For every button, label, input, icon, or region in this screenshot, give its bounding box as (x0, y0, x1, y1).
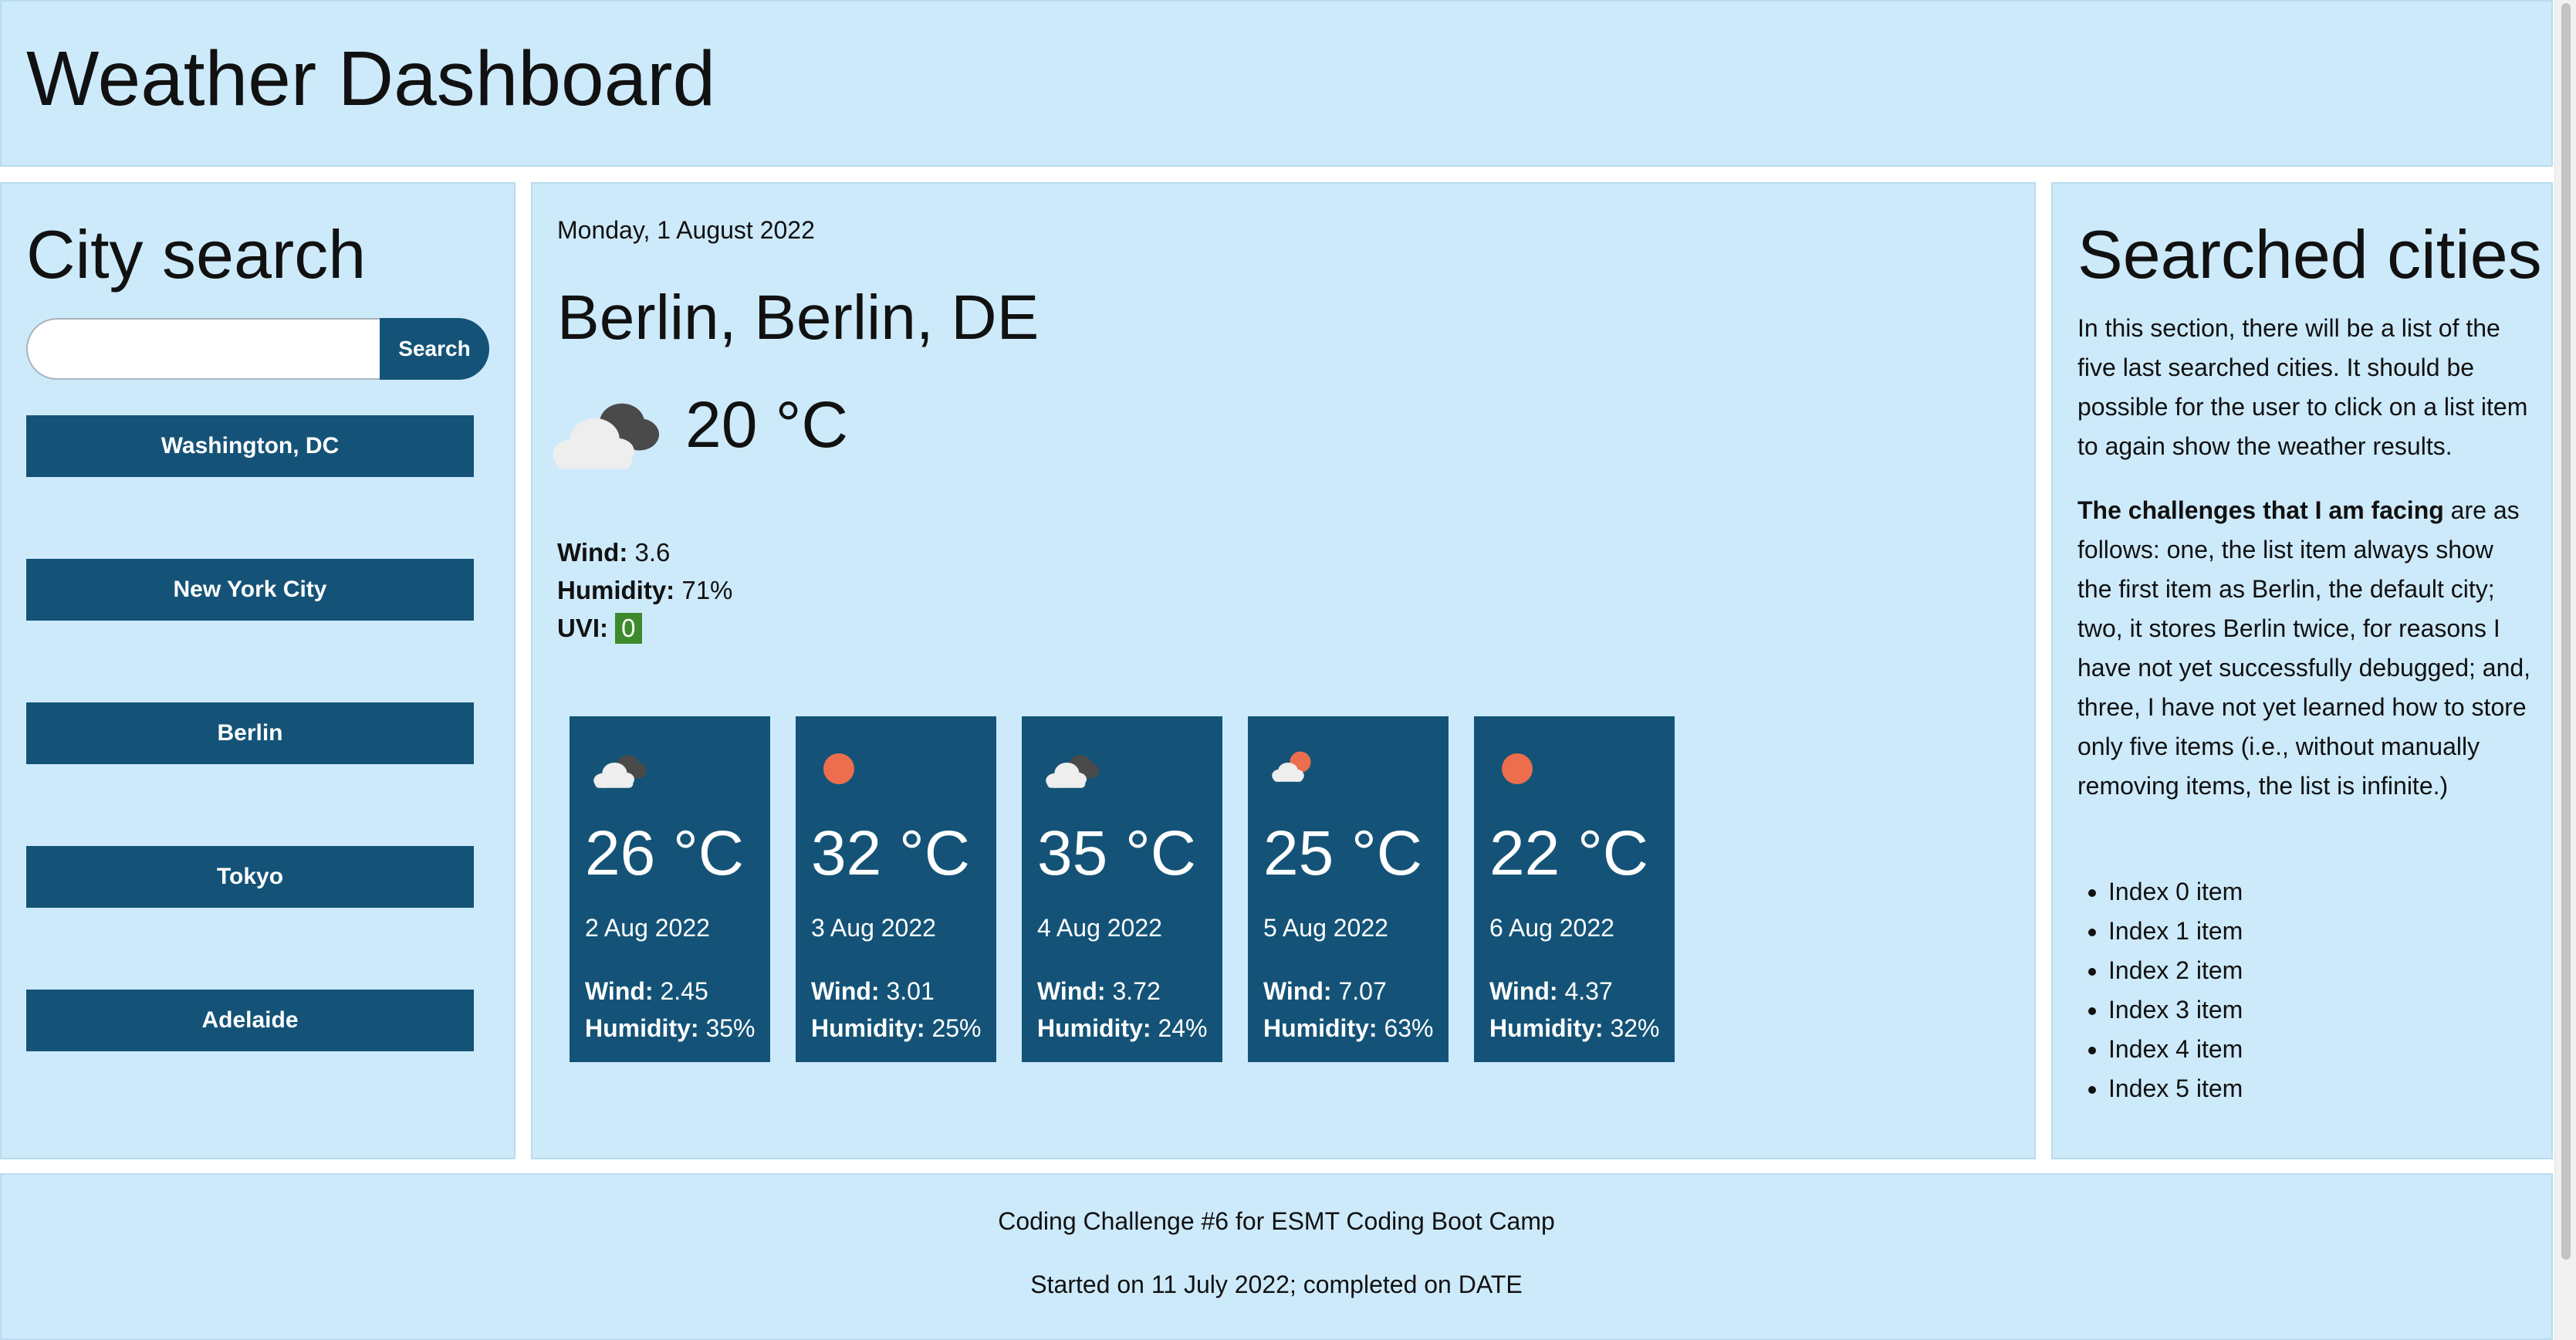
current-temperature: 20 °C (685, 388, 849, 461)
forecast-date: 2 Aug 2022 (585, 914, 710, 942)
challenges-text: are as follows: one, the list item alway… (2077, 496, 2531, 800)
forecast-humidity: Humidity: 63% (1263, 1013, 1433, 1044)
clear-sky-icon (817, 747, 879, 790)
footer-panel (0, 1173, 2553, 1340)
forecast-wind: Wind: 2.45 (585, 976, 708, 1007)
forecast-date: 5 Aug 2022 (1263, 914, 1388, 942)
forecast-humidity-label: Humidity: (811, 1014, 925, 1042)
forecast-wind: Wind: 4.37 (1489, 976, 1613, 1007)
searched-cities-challenges: The challenges that I am facing are as f… (2077, 491, 2531, 806)
forecast-date: 6 Aug 2022 (1489, 914, 1614, 942)
broken-clouds-icon (1043, 747, 1105, 790)
forecast-humidity-value: 35% (705, 1014, 756, 1042)
humidity-value: 71% (681, 576, 733, 604)
forecast-temperature: 22 °C (1489, 818, 1649, 888)
challenges-heading: The challenges that I am facing (2077, 496, 2444, 524)
scrollbar-thumb[interactable] (2561, 3, 2571, 1260)
footer-line-1: Coding Challenge #6 for ESMT Coding Boot… (998, 1207, 1555, 1235)
forecast-temperature: 25 °C (1263, 818, 1423, 888)
list-item[interactable]: Index 0 item (2108, 872, 2243, 912)
search-button[interactable]: Search (380, 318, 489, 380)
list-item[interactable]: Index 1 item (2108, 912, 2243, 951)
forecast-wind-value: 2.45 (660, 977, 708, 1005)
broken-clouds-icon (591, 747, 653, 790)
forecast-humidity: Humidity: 25% (811, 1013, 981, 1044)
uvi-badge: 0 (615, 613, 642, 644)
current-date: Monday, 1 August 2022 (557, 216, 815, 244)
clear-sky-icon (1496, 747, 1557, 790)
list-item[interactable]: Index 5 item (2108, 1069, 2243, 1108)
forecast-wind-label: Wind: (585, 977, 654, 1005)
few-clouds-icon (1269, 747, 1331, 790)
forecast-humidity-label: Humidity: (1263, 1014, 1378, 1042)
forecast-humidity: Humidity: 32% (1489, 1013, 1659, 1044)
forecast-card: 26 °C 2 Aug 2022 Wind: 2.45 Humidity: 35… (570, 716, 770, 1062)
app-title: Weather Dashboard (26, 36, 716, 122)
humidity-label: Humidity: (557, 576, 675, 604)
forecast-temperature: 26 °C (585, 818, 745, 888)
forecast-date: 3 Aug 2022 (811, 914, 936, 942)
forecast-humidity-label: Humidity: (1489, 1014, 1604, 1042)
list-item[interactable]: Index 2 item (2108, 951, 2243, 990)
forecast-card: 25 °C 5 Aug 2022 Wind: 7.07 Humidity: 63… (1248, 716, 1449, 1062)
city-search-title: City search (26, 216, 367, 293)
forecast-wind-label: Wind: (1037, 977, 1106, 1005)
forecast-card: 32 °C 3 Aug 2022 Wind: 3.01 Humidity: 25… (796, 716, 996, 1062)
broken-clouds-icon (548, 387, 671, 474)
list-item[interactable]: Index 4 item (2108, 1030, 2243, 1069)
forecast-card: 35 °C 4 Aug 2022 Wind: 3.72 Humidity: 24… (1022, 716, 1222, 1062)
current-city-name: Berlin, Berlin, DE (557, 283, 1040, 353)
city-button-new-york[interactable]: New York City (26, 559, 474, 621)
city-button-tokyo[interactable]: Tokyo (26, 846, 474, 908)
city-button-berlin[interactable]: Berlin (26, 702, 474, 764)
list-item[interactable]: Index 3 item (2108, 990, 2243, 1030)
searched-cities-title: Searched cities (2077, 216, 2542, 293)
forecast-date: 4 Aug 2022 (1037, 914, 1162, 942)
forecast-wind-label: Wind: (1489, 977, 1558, 1005)
current-uvi: UVI: 0 (557, 613, 642, 644)
forecast-humidity-value: 24% (1158, 1014, 1208, 1042)
forecast-humidity-value: 63% (1384, 1014, 1434, 1042)
uvi-label: UVI: (557, 614, 608, 642)
forecast-humidity-label: Humidity: (585, 1014, 699, 1042)
wind-label: Wind: (557, 538, 628, 567)
forecast-wind-label: Wind: (1263, 977, 1332, 1005)
forecast-humidity-value: 32% (1610, 1014, 1660, 1042)
city-search-input[interactable] (26, 318, 384, 380)
forecast-wind-label: Wind: (811, 977, 880, 1005)
forecast-wind-value: 3.72 (1112, 977, 1161, 1005)
searched-cities-intro: In this section, there will be a list of… (2077, 314, 2528, 460)
forecast-wind: Wind: 3.01 (811, 976, 935, 1007)
searched-cities-list: Index 0 item Index 1 item Index 2 item I… (2077, 872, 2243, 1108)
forecast-wind-value: 3.01 (886, 977, 935, 1005)
vertical-scrollbar[interactable] (2554, 0, 2576, 1340)
current-wind: Wind: 3.6 (557, 537, 670, 568)
forecast-wind: Wind: 7.07 (1263, 976, 1387, 1007)
forecast-wind: Wind: 3.72 (1037, 976, 1161, 1007)
forecast-humidity: Humidity: 24% (1037, 1013, 1207, 1044)
forecast-wind-value: 4.37 (1564, 977, 1613, 1005)
forecast-temperature: 32 °C (811, 818, 971, 888)
forecast-humidity-label: Humidity: (1037, 1014, 1151, 1042)
forecast-humidity: Humidity: 35% (585, 1013, 755, 1044)
forecast-wind-value: 7.07 (1338, 977, 1387, 1005)
wind-value: 3.6 (634, 538, 671, 567)
city-button-adelaide[interactable]: Adelaide (26, 990, 474, 1051)
city-button-washington[interactable]: Washington, DC (26, 415, 474, 477)
forecast-temperature: 35 °C (1037, 818, 1197, 888)
forecast-humidity-value: 25% (931, 1014, 982, 1042)
forecast-card: 22 °C 6 Aug 2022 Wind: 4.37 Humidity: 32… (1474, 716, 1675, 1062)
footer-line-2: Started on 11 July 2022; completed on DA… (1030, 1271, 1523, 1298)
current-humidity: Humidity: 71% (557, 575, 732, 606)
